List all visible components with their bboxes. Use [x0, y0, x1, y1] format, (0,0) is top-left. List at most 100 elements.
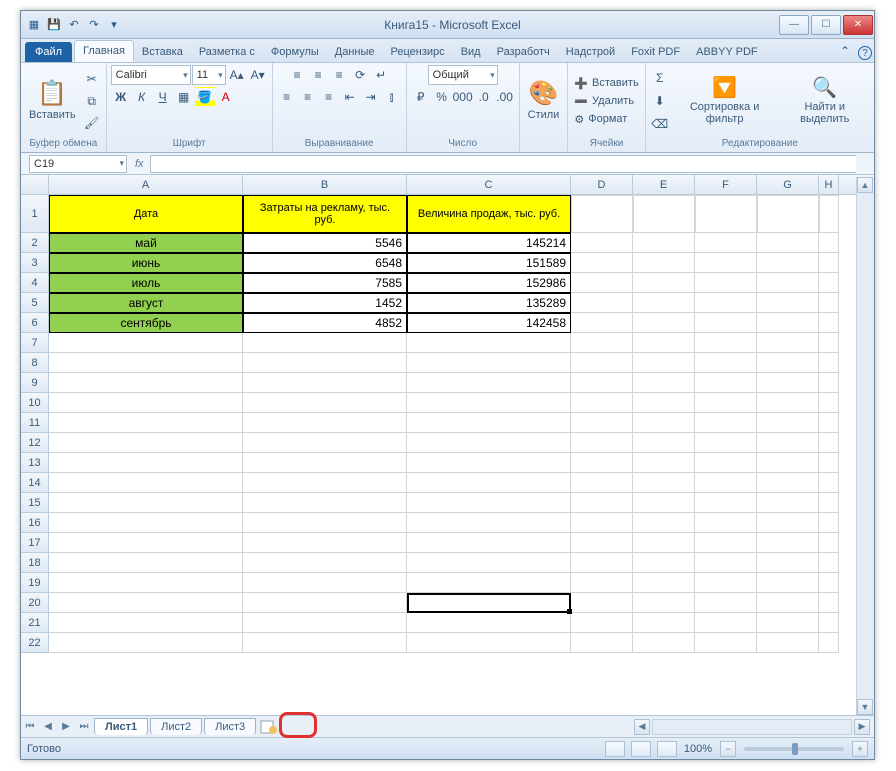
comma-icon[interactable]: 000 — [453, 87, 473, 107]
font-size-combo[interactable]: 11 — [192, 65, 226, 85]
cell[interactable] — [243, 513, 407, 533]
sheet-tab-3[interactable]: Лист3 — [204, 718, 256, 735]
cell[interactable] — [407, 633, 571, 653]
cell[interactable] — [243, 333, 407, 353]
cut-icon[interactable]: ✂ — [82, 69, 102, 89]
cell[interactable] — [243, 493, 407, 513]
row-header[interactable]: 4 — [21, 273, 49, 293]
cell[interactable] — [819, 313, 839, 333]
cell[interactable] — [819, 633, 839, 653]
cell[interactable] — [49, 573, 243, 593]
tab-home[interactable]: Главная — [74, 40, 134, 62]
align-bottom-icon[interactable]: ≡ — [329, 65, 349, 85]
cell[interactable] — [49, 333, 243, 353]
cell[interactable] — [757, 433, 819, 453]
cell[interactable]: 145214 — [407, 233, 571, 253]
cell[interactable] — [819, 433, 839, 453]
cell[interactable]: Дата — [49, 195, 243, 233]
cell[interactable] — [819, 393, 839, 413]
align-middle-icon[interactable]: ≡ — [308, 65, 328, 85]
cell[interactable] — [243, 593, 407, 613]
cell[interactable] — [633, 313, 695, 333]
cell[interactable]: 142458 — [407, 313, 571, 333]
cell[interactable] — [407, 353, 571, 373]
cell[interactable] — [819, 253, 839, 273]
cell[interactable] — [407, 413, 571, 433]
cell[interactable] — [695, 333, 757, 353]
cells-delete-button[interactable]: ➖Удалить — [572, 94, 640, 109]
close-button[interactable]: ✕ — [843, 15, 873, 35]
cell[interactable] — [819, 273, 839, 293]
cell[interactable] — [633, 433, 695, 453]
cell[interactable] — [819, 373, 839, 393]
cell[interactable] — [819, 195, 839, 233]
tab-formulas[interactable]: Формулы — [263, 42, 327, 62]
cell[interactable] — [695, 593, 757, 613]
cell[interactable] — [243, 553, 407, 573]
cell[interactable] — [633, 613, 695, 633]
cell[interactable] — [819, 593, 839, 613]
row-header[interactable]: 21 — [21, 613, 49, 633]
percent-icon[interactable]: % — [432, 87, 452, 107]
cell[interactable] — [49, 413, 243, 433]
cell[interactable] — [633, 533, 695, 553]
cell[interactable] — [757, 613, 819, 633]
sheet-nav-last-icon[interactable]: ⏭ — [75, 718, 93, 736]
align-left-icon[interactable]: ≡ — [277, 87, 297, 107]
cell[interactable]: май — [49, 233, 243, 253]
hscroll-track[interactable] — [652, 719, 852, 735]
row-header[interactable]: 22 — [21, 633, 49, 653]
row-header[interactable]: 1 — [21, 195, 49, 233]
sheet-nav-prev-icon[interactable]: ◀ — [39, 718, 57, 736]
tab-review[interactable]: Рецензирс — [383, 42, 453, 62]
cell[interactable] — [49, 453, 243, 473]
fx-icon[interactable]: fx — [129, 158, 150, 170]
cell[interactable] — [49, 633, 243, 653]
cell[interactable] — [49, 473, 243, 493]
row-header[interactable]: 13 — [21, 453, 49, 473]
indent-dec-icon[interactable]: ⇤ — [340, 87, 360, 107]
row-header[interactable]: 7 — [21, 333, 49, 353]
zoom-out-icon[interactable]: − — [720, 741, 736, 757]
cell[interactable] — [571, 613, 633, 633]
hscroll-right-icon[interactable]: ▶ — [854, 719, 870, 735]
cell[interactable] — [819, 533, 839, 553]
cell[interactable] — [49, 373, 243, 393]
cell[interactable] — [819, 473, 839, 493]
cell[interactable] — [571, 573, 633, 593]
cell[interactable] — [407, 513, 571, 533]
sheet-nav-first-icon[interactable]: ⏮ — [21, 718, 39, 736]
cell[interactable] — [243, 433, 407, 453]
cell[interactable]: июнь — [49, 253, 243, 273]
cells-insert-button[interactable]: ➕Вставить — [572, 76, 640, 91]
cell[interactable] — [243, 573, 407, 593]
cell[interactable] — [695, 353, 757, 373]
fill-color-button[interactable]: 🪣 — [195, 87, 215, 107]
cell[interactable] — [571, 333, 633, 353]
cell[interactable] — [49, 493, 243, 513]
row-header[interactable]: 20 — [21, 593, 49, 613]
cell[interactable] — [243, 473, 407, 493]
font-name-combo[interactable]: Calibri — [111, 65, 191, 85]
cell[interactable] — [571, 493, 633, 513]
cell[interactable] — [571, 313, 633, 333]
cell[interactable] — [757, 473, 819, 493]
cell[interactable] — [49, 353, 243, 373]
row-header[interactable]: 6 — [21, 313, 49, 333]
fill-icon[interactable]: ⬇ — [650, 91, 670, 111]
cell[interactable] — [243, 613, 407, 633]
cell[interactable] — [695, 293, 757, 313]
font-color-button[interactable]: A — [216, 87, 236, 107]
sheet-tab-2[interactable]: Лист2 — [150, 718, 202, 735]
align-right-icon[interactable]: ≡ — [319, 87, 339, 107]
cell[interactable] — [49, 393, 243, 413]
sort-filter-button[interactable]: 🔽Сортировка и фильтр — [672, 75, 778, 127]
select-all-corner[interactable] — [21, 175, 49, 194]
grow-font-icon[interactable]: A▴ — [227, 65, 247, 85]
cell[interactable] — [819, 353, 839, 373]
cell[interactable] — [243, 373, 407, 393]
cell[interactable] — [757, 333, 819, 353]
cell[interactable] — [819, 493, 839, 513]
underline-button[interactable]: Ч — [153, 87, 173, 107]
col-header-C[interactable]: C — [407, 175, 571, 194]
